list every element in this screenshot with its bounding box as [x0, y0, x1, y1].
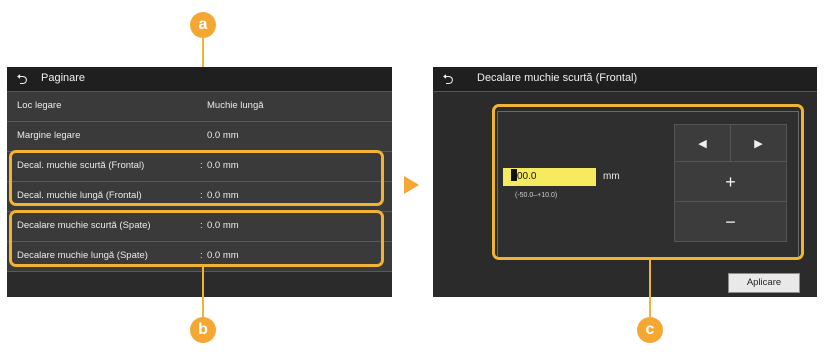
callout-c-leader — [649, 260, 651, 317]
right-titlebar: ⮌ Decalare muchie scurtă (Frontal) — [433, 67, 817, 92]
back-icon[interactable]: ⮌ — [437, 71, 459, 87]
callout-a: a — [190, 12, 216, 38]
row-value: 0.0 mm — [207, 130, 239, 141]
highlight-value-panel — [492, 104, 804, 260]
callout-b-leader — [202, 267, 204, 317]
row-loc-legare[interactable]: Loc legare Muchie lungă — [7, 92, 392, 122]
row-label: Margine legare — [17, 130, 81, 141]
arrow-right-icon — [404, 176, 419, 194]
row-value: Muchie lungă — [207, 100, 264, 111]
highlight-frontal — [9, 150, 384, 206]
callout-c: c — [637, 317, 663, 343]
row-label: Loc legare — [17, 100, 62, 111]
highlight-spate — [9, 210, 384, 267]
callout-b: b — [190, 317, 216, 343]
back-icon[interactable]: ⮌ — [11, 71, 33, 87]
apply-button[interactable]: Aplicare — [728, 273, 800, 293]
left-title: Paginare — [41, 72, 86, 84]
left-titlebar: ⮌ Paginare — [7, 67, 392, 92]
right-title: Decalare muchie scurtă (Frontal) — [477, 72, 638, 84]
row-margine-legare[interactable]: Margine legare 0.0 mm — [7, 122, 392, 152]
